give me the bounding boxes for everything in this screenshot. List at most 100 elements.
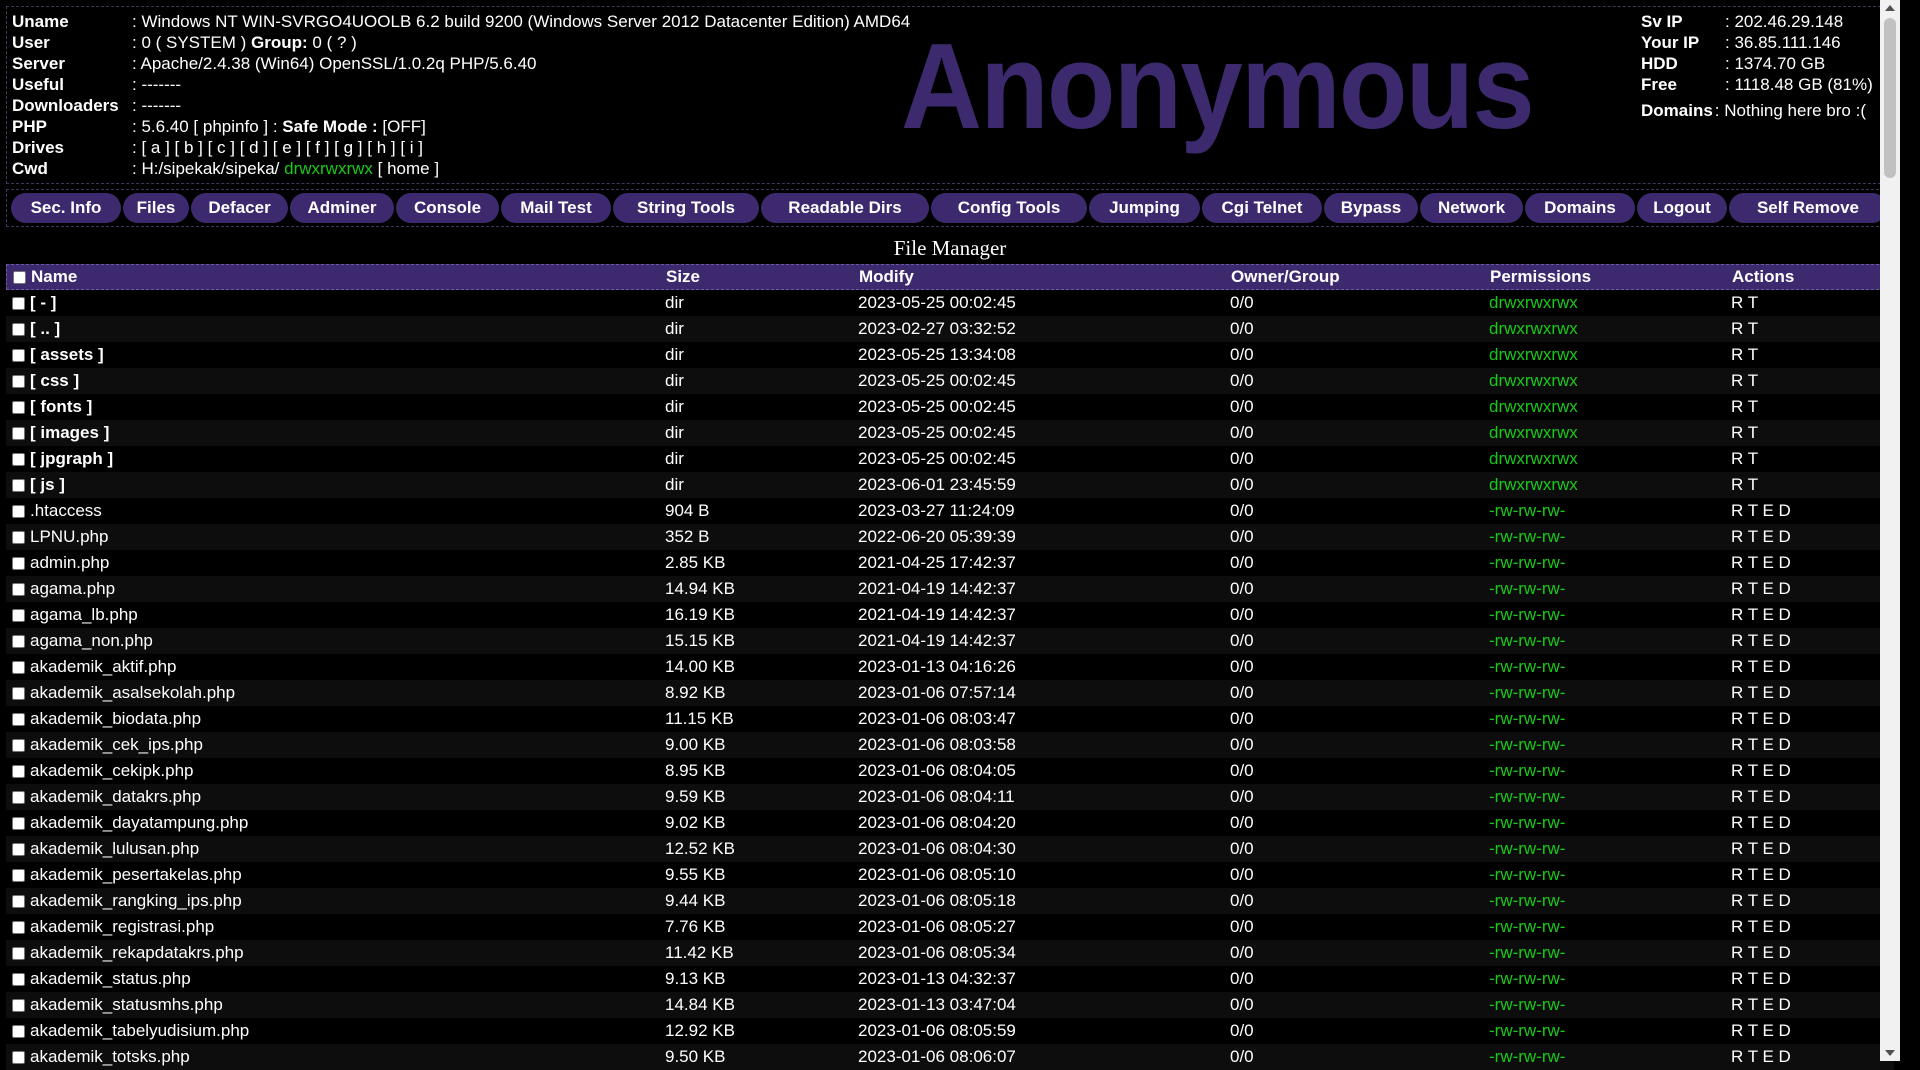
- dir-name-link[interactable]: [ assets ]: [30, 345, 665, 365]
- file-actions[interactable]: R T E D: [1731, 761, 1891, 781]
- select-all-checkbox[interactable]: [12, 270, 26, 284]
- row-checkbox[interactable]: [11, 348, 25, 362]
- file-name-link[interactable]: akademik_registrasi.php: [30, 917, 665, 937]
- menu-button-adminer[interactable]: Adminer: [290, 193, 394, 223]
- menu-button-jumping[interactable]: Jumping: [1089, 193, 1200, 223]
- row-checkbox[interactable]: [11, 894, 25, 908]
- menu-button-console[interactable]: Console: [396, 193, 499, 223]
- dir-name-link[interactable]: [ .. ]: [30, 319, 665, 339]
- file-actions[interactable]: R T: [1731, 423, 1891, 443]
- file-actions[interactable]: R T: [1731, 449, 1891, 469]
- dir-name-link[interactable]: [ css ]: [30, 371, 665, 391]
- row-checkbox[interactable]: [11, 400, 25, 414]
- file-name-link[interactable]: admin.php: [30, 553, 665, 573]
- file-name-link[interactable]: akademik_cekipk.php: [30, 761, 665, 781]
- info-value[interactable]: : 5.6.40 [ phpinfo ] :: [132, 117, 282, 136]
- page-scrollbar[interactable]: [1880, 0, 1900, 1061]
- file-name-link[interactable]: akademik_dayatampung.php: [30, 813, 665, 833]
- file-permissions[interactable]: drwxrwxrwx: [1489, 449, 1731, 469]
- file-actions[interactable]: R T: [1731, 371, 1891, 391]
- file-name-link[interactable]: LPNU.php: [30, 527, 665, 547]
- file-name-link[interactable]: akademik_statusmhs.php: [30, 995, 665, 1015]
- file-actions[interactable]: R T: [1731, 293, 1891, 313]
- file-actions[interactable]: R T E D: [1731, 891, 1891, 911]
- file-permissions[interactable]: drwxrwxrwx: [1489, 319, 1731, 339]
- col-size[interactable]: Size: [666, 267, 859, 287]
- file-permissions[interactable]: -rw-rw-rw-: [1489, 917, 1731, 937]
- row-checkbox[interactable]: [11, 608, 25, 622]
- file-actions[interactable]: R T E D: [1731, 995, 1891, 1015]
- row-checkbox[interactable]: [11, 868, 25, 882]
- file-actions[interactable]: R T E D: [1731, 527, 1891, 547]
- file-name-link[interactable]: akademik_biodata.php: [30, 709, 665, 729]
- file-name-link[interactable]: akademik_status.php: [30, 969, 665, 989]
- menu-button-sec-info[interactable]: Sec. Info: [11, 193, 121, 223]
- dir-name-link[interactable]: [ js ]: [30, 475, 665, 495]
- row-checkbox[interactable]: [11, 972, 25, 986]
- file-actions[interactable]: R T E D: [1731, 839, 1891, 859]
- file-permissions[interactable]: -rw-rw-rw-: [1489, 553, 1731, 573]
- file-actions[interactable]: R T: [1731, 319, 1891, 339]
- row-checkbox[interactable]: [11, 374, 25, 388]
- file-actions[interactable]: R T: [1731, 345, 1891, 365]
- row-checkbox[interactable]: [11, 556, 25, 570]
- file-actions[interactable]: R T E D: [1731, 969, 1891, 989]
- menu-button-defacer[interactable]: Defacer: [191, 193, 288, 223]
- file-permissions[interactable]: -rw-rw-rw-: [1489, 943, 1731, 963]
- file-actions[interactable]: R T E D: [1731, 813, 1891, 833]
- row-checkbox[interactable]: [11, 1024, 25, 1038]
- file-permissions[interactable]: -rw-rw-rw-: [1489, 1021, 1731, 1041]
- dir-name-link[interactable]: [ jpgraph ]: [30, 449, 665, 469]
- row-checkbox[interactable]: [11, 816, 25, 830]
- file-name-link[interactable]: .htaccess: [30, 501, 665, 521]
- menu-button-logout[interactable]: Logout: [1637, 193, 1727, 223]
- row-checkbox[interactable]: [11, 686, 25, 700]
- row-checkbox[interactable]: [11, 946, 25, 960]
- menu-button-files[interactable]: Files: [123, 193, 189, 223]
- file-name-link[interactable]: akademik_asalsekolah.php: [30, 683, 665, 703]
- dir-name-link[interactable]: [ - ]: [30, 293, 665, 313]
- menu-button-network[interactable]: Network: [1420, 193, 1523, 223]
- dir-name-link[interactable]: [ images ]: [30, 423, 665, 443]
- file-permissions[interactable]: -rw-rw-rw-: [1489, 709, 1731, 729]
- row-checkbox[interactable]: [11, 634, 25, 648]
- file-permissions[interactable]: -rw-rw-rw-: [1489, 579, 1731, 599]
- row-checkbox[interactable]: [11, 426, 25, 440]
- scroll-thumb[interactable]: [1884, 18, 1896, 178]
- scroll-up-arrow-icon[interactable]: [1885, 5, 1895, 11]
- file-name-link[interactable]: akademik_aktif.php: [30, 657, 665, 677]
- file-name-link[interactable]: agama_lb.php: [30, 605, 665, 625]
- file-permissions[interactable]: -rw-rw-rw-: [1489, 995, 1731, 1015]
- file-actions[interactable]: R T E D: [1731, 605, 1891, 625]
- file-actions[interactable]: R T: [1731, 397, 1891, 417]
- file-permissions[interactable]: -rw-rw-rw-: [1489, 891, 1731, 911]
- file-name-link[interactable]: agama_non.php: [30, 631, 665, 651]
- row-checkbox[interactable]: [11, 530, 25, 544]
- file-name-link[interactable]: akademik_rangking_ips.php: [30, 891, 665, 911]
- file-permissions[interactable]: drwxrwxrwx: [1489, 475, 1731, 495]
- file-permissions[interactable]: -rw-rw-rw-: [1489, 1047, 1731, 1067]
- file-permissions[interactable]: -rw-rw-rw-: [1489, 969, 1731, 989]
- file-actions[interactable]: R T E D: [1731, 631, 1891, 651]
- row-checkbox[interactable]: [11, 920, 25, 934]
- file-permissions[interactable]: -rw-rw-rw-: [1489, 605, 1731, 625]
- file-permissions[interactable]: drwxrwxrwx: [1489, 345, 1731, 365]
- file-name-link[interactable]: akademik_lulusan.php: [30, 839, 665, 859]
- file-actions[interactable]: R T E D: [1731, 579, 1891, 599]
- row-checkbox[interactable]: [11, 790, 25, 804]
- file-permissions[interactable]: -rw-rw-rw-: [1489, 761, 1731, 781]
- row-checkbox[interactable]: [11, 452, 25, 466]
- row-checkbox[interactable]: [11, 504, 25, 518]
- menu-button-self-remove[interactable]: Self Remove: [1729, 193, 1887, 223]
- file-permissions[interactable]: drwxrwxrwx: [1489, 397, 1731, 417]
- file-name-link[interactable]: akademik_pesertakelas.php: [30, 865, 665, 885]
- file-permissions[interactable]: drwxrwxrwx: [1489, 371, 1731, 391]
- file-actions[interactable]: R T E D: [1731, 501, 1891, 521]
- file-actions[interactable]: R T E D: [1731, 553, 1891, 573]
- menu-button-cgi-telnet[interactable]: Cgi Telnet: [1202, 193, 1322, 223]
- file-actions[interactable]: R T E D: [1731, 735, 1891, 755]
- info-value[interactable]: : [ a ] [ b ] [ c ] [ d ] [ e ] [ f ] [ …: [132, 138, 423, 157]
- file-actions[interactable]: R T E D: [1731, 943, 1891, 963]
- menu-button-bypass[interactable]: Bypass: [1324, 193, 1418, 223]
- row-checkbox[interactable]: [11, 478, 25, 492]
